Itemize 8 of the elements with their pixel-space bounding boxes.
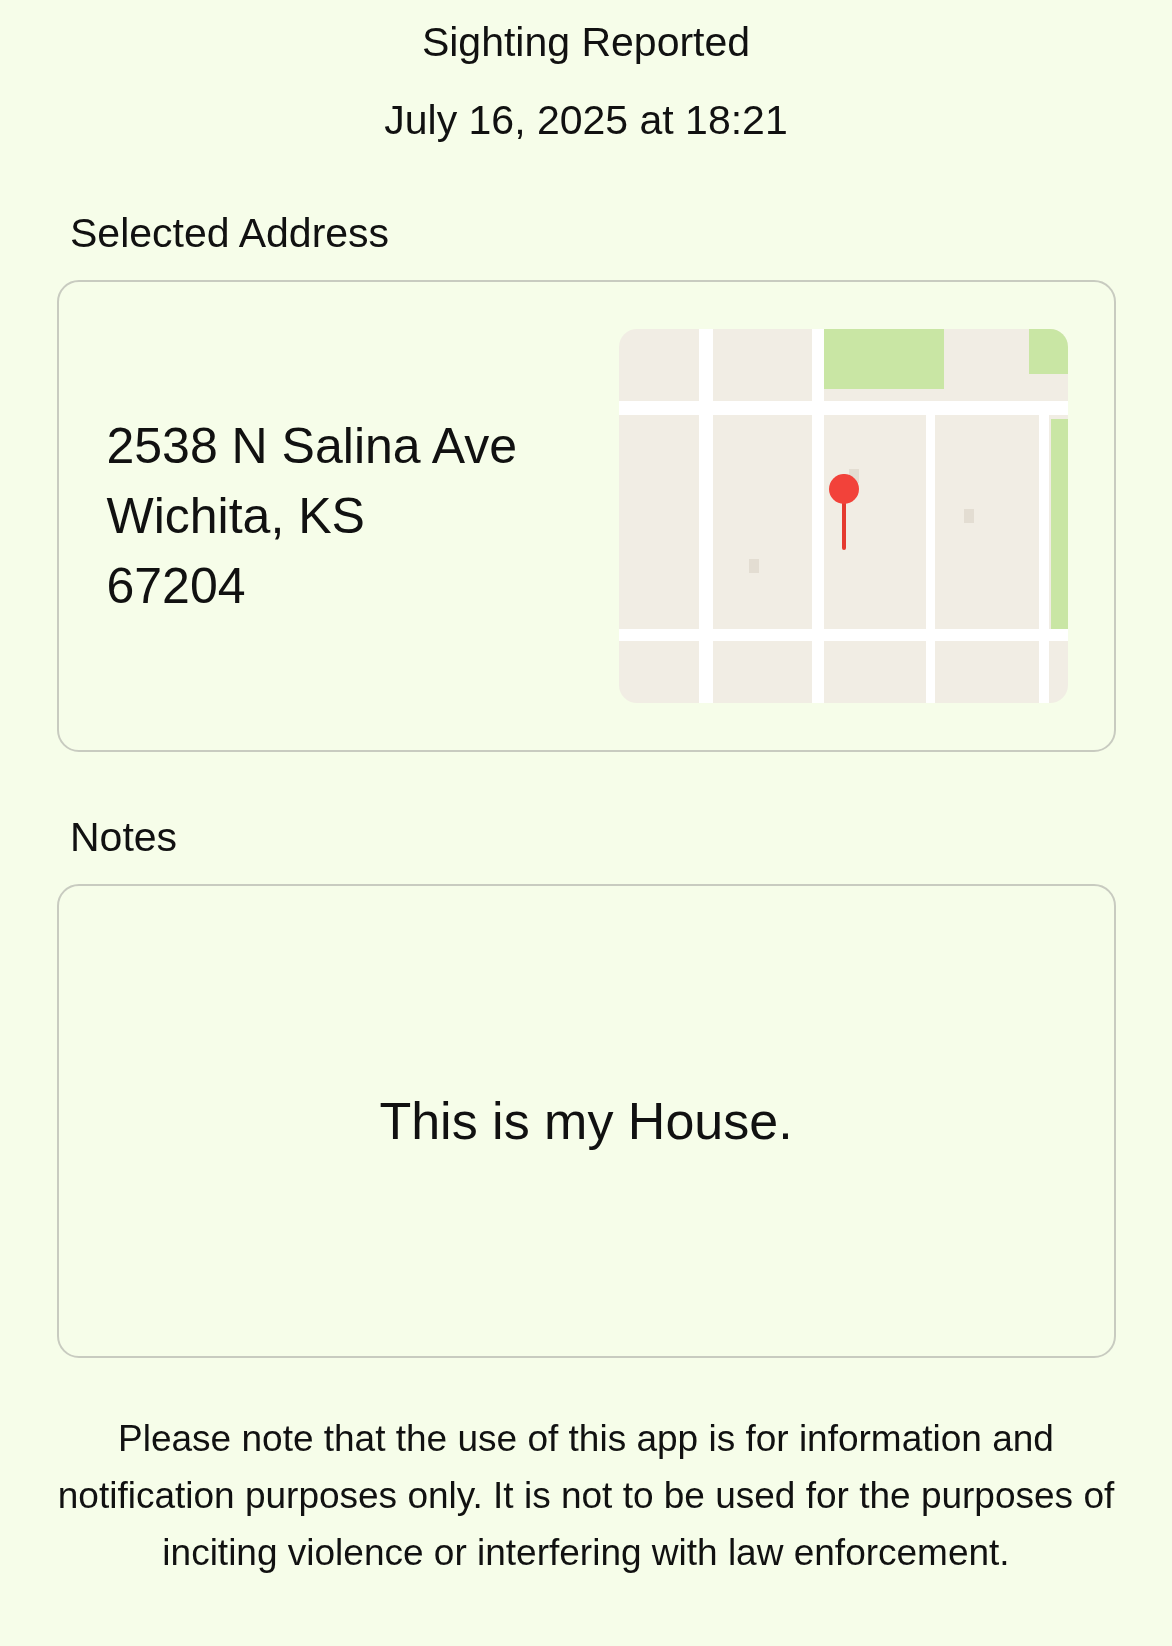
page-title: Sighting Reported [421, 18, 751, 67]
address-text: 2538 N Salina Ave Wichita, KS 67204 [106, 417, 517, 616]
report-date: July 16, 2025 at 18:21 [384, 96, 788, 145]
section-label: Notes [70, 813, 178, 862]
notes-field[interactable]: This is my House. [56, 884, 1116, 1358]
disclaimer-text: Please note that the use of this app is for information and notification purposes only. It is not to be used for the purposes of inciting violence or interfering with law enforcement. [56, 1417, 1116, 1575]
section-label: Selected Address [70, 209, 390, 258]
notes-text: This is my House. [379, 1091, 793, 1151]
